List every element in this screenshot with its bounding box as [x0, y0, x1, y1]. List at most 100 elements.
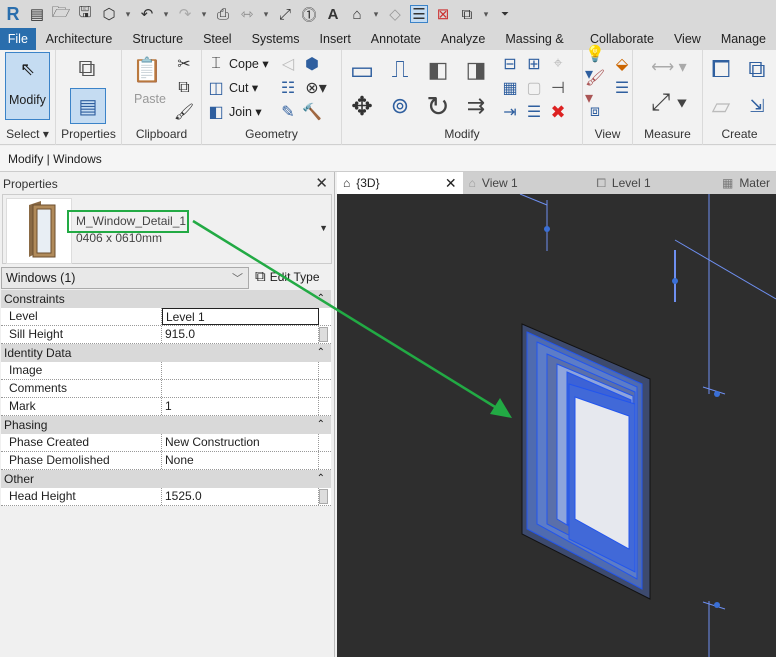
cope-button[interactable]: Cope ▾: [229, 56, 269, 71]
view-tab-schedule[interactable]: ▦ Mater: [716, 172, 776, 194]
text-icon[interactable]: A: [324, 5, 342, 23]
unpin-icon[interactable]: ⌖: [548, 54, 568, 74]
level-value[interactable]: Level 1: [162, 308, 319, 325]
associate-parameter-button[interactable]: [319, 489, 328, 504]
associate-parameter-button[interactable]: [319, 327, 328, 342]
chevron-down-icon[interactable]: ▾: [482, 5, 490, 23]
create-assembly-icon[interactable]: ⧠: [705, 54, 737, 86]
print-icon[interactable]: ⎙: [214, 5, 232, 23]
property-row[interactable]: Image: [1, 362, 331, 380]
paste-label[interactable]: Paste: [134, 92, 166, 106]
aligned-dimension-icon[interactable]: ⤢ ▾: [641, 86, 697, 120]
measure-icon[interactable]: ⇿: [238, 5, 256, 23]
model-canvas[interactable]: [337, 194, 776, 657]
property-row[interactable]: Head Height 1525.0: [1, 488, 331, 506]
instance-filter-dropdown[interactable]: Windows (1) ﹀: [1, 267, 249, 289]
trim-multiple-icon[interactable]: ☰: [524, 102, 544, 122]
collapse-icon[interactable]: ⌃: [317, 290, 325, 308]
properties-icon[interactable]: ▤: [70, 88, 106, 124]
delete-icon[interactable]: ✖: [548, 102, 568, 122]
split-gap-icon[interactable]: ⊞: [524, 54, 544, 74]
tab-systems[interactable]: Systems: [242, 28, 310, 50]
group-identity-data[interactable]: Identity Data ⌃: [1, 344, 331, 362]
tab-analyze[interactable]: Analyze: [431, 28, 495, 50]
linework-icon[interactable]: ⬙: [613, 54, 631, 74]
property-row[interactable]: Phase Demolished None: [1, 452, 331, 470]
customize-toolbar-icon[interactable]: ⏷: [496, 5, 514, 23]
view-tab-level-1[interactable]: ⧠ Level 1: [590, 172, 716, 194]
measure-between-icon[interactable]: ⟷ ▾: [641, 56, 697, 78]
modify-button[interactable]: ⇖ Modify: [5, 52, 50, 120]
align-icon[interactable]: ▭: [346, 54, 378, 86]
sync-icon[interactable]: ⬡: [100, 5, 118, 23]
paint-icon[interactable]: ✎: [278, 102, 298, 122]
filter-lines-icon[interactable]: ☰: [613, 78, 631, 98]
view-tab-3d[interactable]: ⌂ {3D} ✕: [337, 172, 463, 194]
save-icon[interactable]: 🖫: [76, 4, 94, 23]
chevron-down-icon[interactable]: ▾: [200, 5, 208, 23]
tab-manage[interactable]: Manage: [711, 28, 776, 50]
redo-icon[interactable]: ↷: [176, 5, 194, 23]
property-row[interactable]: Phase Created New Construction: [1, 434, 331, 452]
copy-icon[interactable]: ⧉: [174, 78, 194, 98]
join-button[interactable]: Join ▾: [229, 104, 262, 119]
array-icon[interactable]: ▦: [500, 78, 520, 98]
offset-icon[interactable]: ⎍: [384, 54, 416, 86]
create-similar-icon[interactable]: ⧉: [741, 54, 773, 86]
demolish-icon[interactable]: ⬢: [302, 54, 322, 74]
type-properties-icon[interactable]: ⧉: [72, 54, 102, 84]
scale-icon[interactable]: ▢: [524, 78, 544, 98]
trim-single-icon[interactable]: ⇥: [500, 102, 520, 122]
collapse-icon[interactable]: ⌃: [317, 344, 325, 362]
create-group-icon[interactable]: ⇲: [741, 90, 773, 122]
copy-element-icon[interactable]: ⊚: [384, 90, 416, 122]
match-properties-icon[interactable]: 🖌: [174, 102, 194, 122]
tab-insert[interactable]: Insert: [310, 28, 361, 50]
aligned-dimension-icon[interactable]: ⤢: [276, 5, 294, 23]
create-parts-icon[interactable]: ▱: [705, 90, 737, 122]
selection-box-icon[interactable]: ⧈: [585, 102, 605, 122]
cut-icon[interactable]: ✂: [174, 54, 194, 74]
chevron-down-icon[interactable]: ▾: [124, 5, 132, 23]
view-tab-view-1[interactable]: ⌂ View 1: [463, 172, 591, 194]
select-panel-label[interactable]: Select ▾: [0, 127, 55, 141]
type-selector[interactable]: M_Window_Detail_1 0406 x 0610mm ▼: [2, 194, 332, 264]
tab-massing-site[interactable]: Massing & Site: [495, 28, 580, 68]
cut-geometry-button[interactable]: Cut ▾: [229, 80, 258, 95]
app-menu-icon[interactable]: ▤: [28, 5, 46, 23]
switch-windows-icon[interactable]: ⧉: [458, 5, 476, 23]
property-row[interactable]: Sill Height 915.0: [1, 326, 331, 344]
close-icon[interactable]: ✕: [315, 174, 328, 192]
chevron-down-icon[interactable]: ▾: [372, 5, 380, 23]
chevron-down-icon[interactable]: ▾: [162, 5, 170, 23]
thin-lines-icon[interactable]: ☰: [410, 5, 428, 23]
collapse-icon[interactable]: ⌃: [317, 470, 325, 488]
move-icon[interactable]: ✥: [346, 90, 378, 122]
3d-view-icon[interactable]: ⌂: [348, 5, 366, 23]
pin-icon[interactable]: ⊣: [548, 78, 568, 98]
tab-annotate[interactable]: Annotate: [361, 28, 431, 50]
join-beam-icon[interactable]: ⊗▾: [302, 78, 330, 98]
cut-geometry-icon[interactable]: ◫: [206, 78, 226, 98]
tab-architecture[interactable]: Architecture: [36, 28, 123, 50]
tab-steel[interactable]: Steel: [193, 28, 242, 50]
mirror-pick-axis-icon[interactable]: ◧: [422, 54, 454, 86]
3d-view[interactable]: ⌂ {3D} ✕ ⌂ View 1 ⧠ Level 1 ▦ Mater: [337, 172, 776, 657]
split-element-icon[interactable]: ⊟: [500, 54, 520, 74]
cope-icon[interactable]: ⌶: [206, 54, 226, 74]
group-other[interactable]: Other ⌃: [1, 470, 331, 488]
hammer-icon[interactable]: 🔨: [302, 102, 322, 122]
split-face-icon[interactable]: ☷: [278, 78, 298, 98]
close-hidden-windows-icon[interactable]: ⊠: [434, 5, 452, 23]
rotate-icon[interactable]: ↻: [422, 90, 454, 122]
chevron-down-icon[interactable]: ▼: [319, 223, 328, 233]
mirror-draw-axis-icon[interactable]: ◨: [460, 54, 492, 86]
tab-file[interactable]: File: [0, 28, 36, 50]
group-constraints[interactable]: Constraints ⌃: [1, 290, 331, 308]
group-phasing[interactable]: Phasing ⌃: [1, 416, 331, 434]
property-row[interactable]: Comments: [1, 380, 331, 398]
tab-view[interactable]: View: [664, 28, 711, 50]
property-row[interactable]: Level Level 1: [1, 308, 331, 326]
collapse-icon[interactable]: ⌃: [317, 416, 325, 434]
chevron-down-icon[interactable]: ▾: [262, 5, 270, 23]
